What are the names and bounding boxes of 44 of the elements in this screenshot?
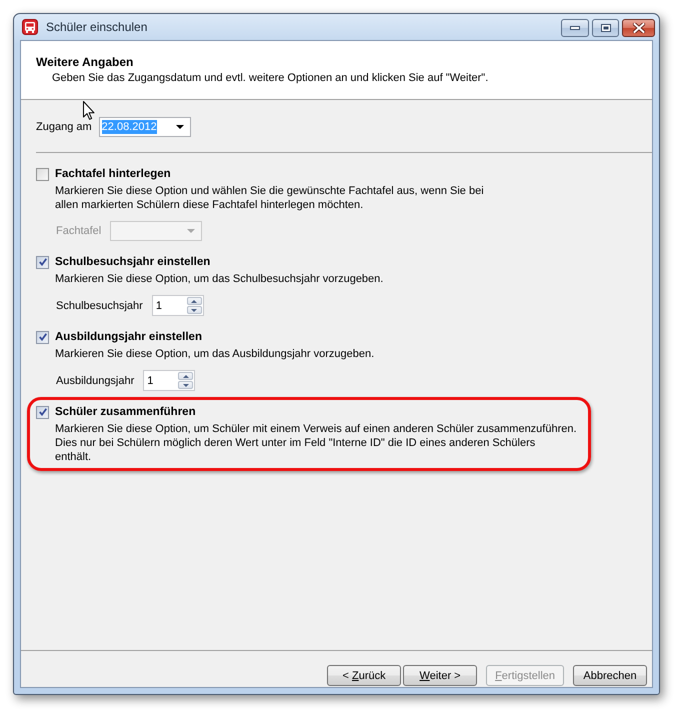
- cancel-button[interactable]: Abbrechen: [573, 665, 647, 686]
- field-label: Schulbesuchsjahr: [56, 300, 143, 312]
- caret-icon[interactable]: [176, 125, 184, 129]
- bus-icon: [22, 19, 38, 35]
- page-description: Geben Sie das Zugangsdatum und evtl. weitere Optionen an und klicken Sie auf "Weiter".: [51, 72, 490, 84]
- date-label: Zugang am: [36, 121, 92, 133]
- option-title: Fachtafel hinterlegen: [55, 168, 171, 180]
- checkbox[interactable]: [36, 406, 49, 418]
- spin-up-button[interactable]: [186, 297, 202, 305]
- checkbox[interactable]: [36, 256, 49, 268]
- option-description: Markieren Sie diese Option, um Schüler mit einem Verweis auf einen anderen Schüler zusammenzuführen. Dies nur bei Schülern möglich deren Wert unter im Feld "Interne ID" die ID eines anderen Schülers enthält.: [54, 422, 578, 464]
- checkmark-icon: [38, 408, 46, 416]
- down-triangle-icon: [191, 308, 198, 312]
- field-label: Ausbildungsjahr: [56, 374, 134, 386]
- down-triangle-icon: [182, 384, 189, 386]
- checkbox[interactable]: [36, 168, 49, 180]
- up-triangle-icon: [182, 374, 189, 378]
- field-label: Fachtafel: [56, 225, 102, 237]
- selected-text: 22.08.2012: [102, 120, 157, 134]
- spin-down-button[interactable]: [186, 306, 202, 314]
- checkbox[interactable]: [36, 330, 49, 344]
- option-description: Markieren Sie diese Option, um das Ausbildungsjahr vorzugeben.: [54, 347, 376, 361]
- close-icon: [632, 23, 644, 33]
- next-button[interactable]: Weiter >: [403, 665, 478, 686]
- spin-up-button[interactable]: [178, 372, 194, 380]
- back-button[interactable]: < Zurück: [327, 665, 402, 686]
- checkmark-icon: [38, 258, 46, 266]
- up-triangle-icon: [191, 300, 198, 302]
- number-field[interactable]: 1: [152, 295, 204, 316]
- spin-down-button[interactable]: [178, 381, 194, 389]
- option-title: Ausbildungsjahr einstellen: [55, 331, 202, 343]
- minimize-button[interactable]: [561, 19, 589, 37]
- page-title: Weitere Angaben: [36, 55, 134, 69]
- number-field[interactable]: 1: [143, 370, 196, 391]
- checkmark-icon: [38, 333, 46, 341]
- option-title: Schulbesuchsjahr einstellen: [55, 256, 210, 268]
- maximize-icon: [600, 24, 610, 32]
- window-title: Schüler einschulen: [46, 20, 148, 34]
- option-description: Markieren Sie diese Option, um das Schulbesuchsjahr vorzugeben.: [54, 272, 384, 286]
- maximize-button[interactable]: [592, 19, 619, 37]
- option-description: Markieren Sie diese Option und wählen Sie die gewünschte Fachtafel aus, wenn Sie bei allen markierten Schülern diese Fachtafel hinterlegen möchten.: [54, 184, 485, 212]
- minimize-icon: [570, 26, 580, 30]
- option-title: Schüler zusammenführen: [55, 406, 196, 418]
- close-button[interactable]: [622, 19, 655, 37]
